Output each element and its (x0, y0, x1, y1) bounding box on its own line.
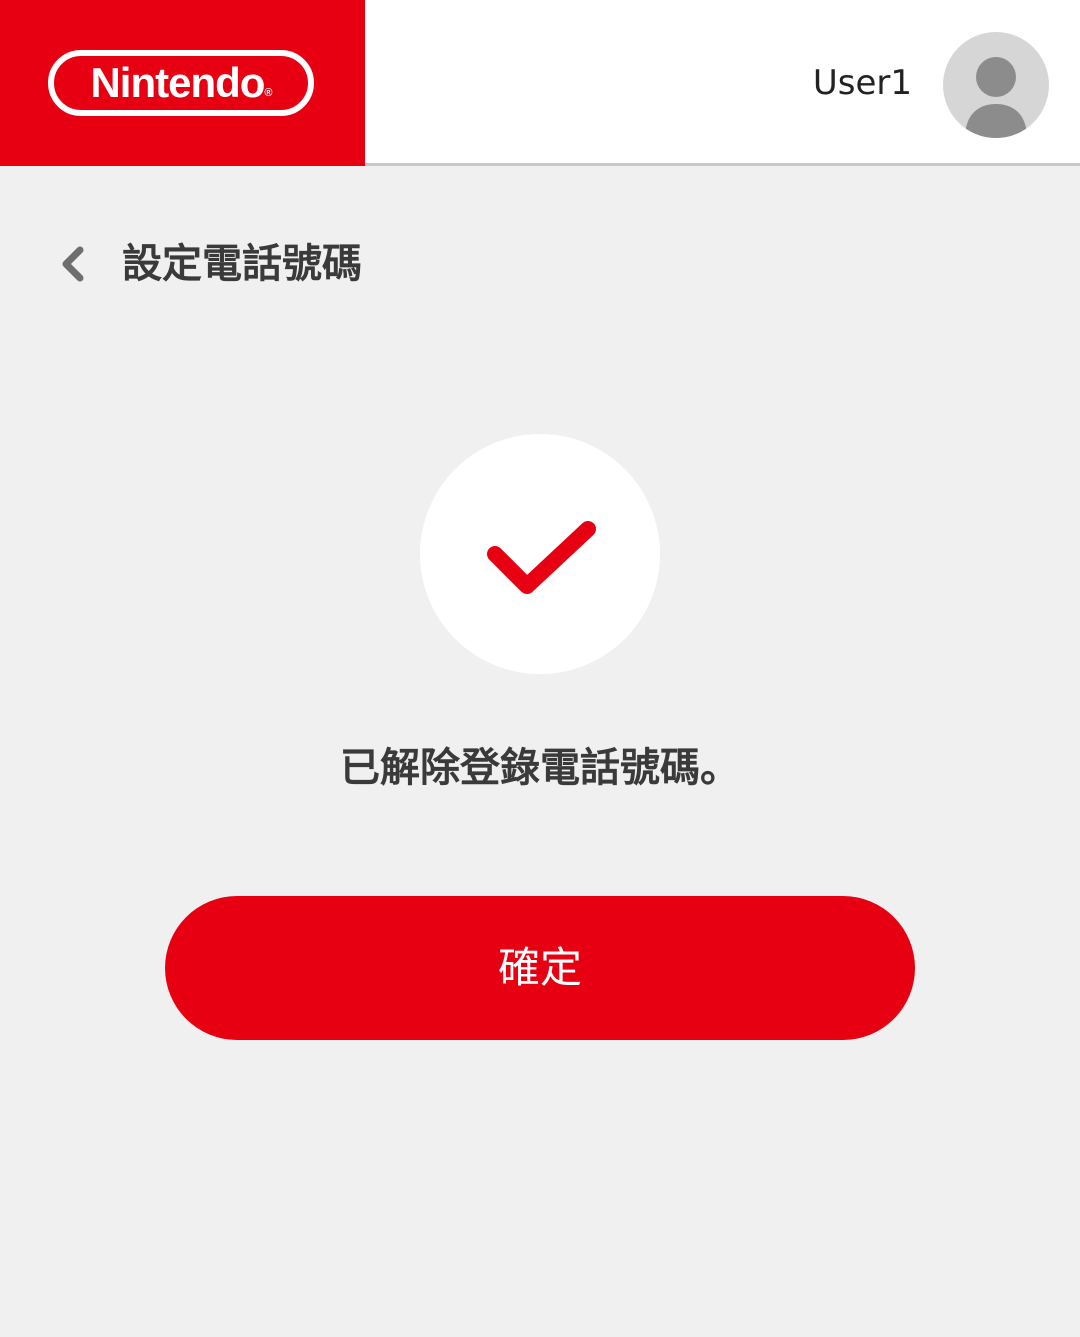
nintendo-logo[interactable]: Nintendo® (48, 50, 314, 116)
confirm-button[interactable]: 確定 (165, 896, 915, 1040)
username-label[interactable]: User1 (813, 60, 912, 106)
checkmark-icon (487, 521, 596, 594)
user-avatar-icon[interactable] (943, 32, 1049, 138)
app-header: Nintendo® User1 (0, 0, 1080, 166)
page-title: 設定電話號碼 (122, 241, 362, 287)
status-message: 已解除登錄電話號碼。 (340, 745, 740, 791)
success-indicator (420, 434, 660, 674)
logo-text: Nintendo (90, 59, 265, 106)
chevron-left-icon (62, 246, 84, 282)
back-button[interactable] (56, 242, 92, 286)
logo-registered-mark: ® (264, 87, 272, 99)
logo-block: Nintendo® (0, 0, 365, 166)
avatar-silhouette (965, 57, 1027, 138)
